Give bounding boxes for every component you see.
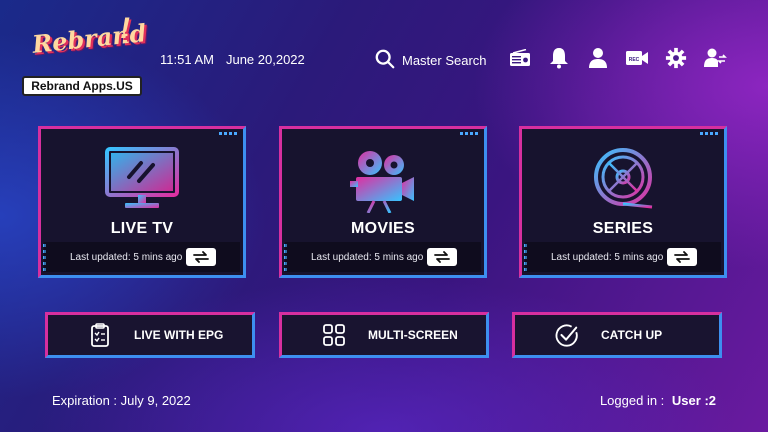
gear-icon[interactable]: [664, 46, 688, 70]
clock: 11:51 AM June 20,2022: [160, 52, 305, 67]
refresh-icon: [674, 251, 690, 263]
card-footer: Last updated: 5 mins ago: [285, 242, 481, 272]
logo-wordmark: Rebrand: [30, 18, 148, 59]
refresh-button[interactable]: [667, 248, 697, 266]
button-label: CATCH UP: [601, 328, 663, 342]
card-movies[interactable]: MOVIES Last updated: 5 mins ago: [279, 126, 487, 278]
check-circle-icon: [555, 323, 579, 347]
card-series[interactable]: SERIES Last updated: 5 mins ago: [519, 126, 727, 278]
refresh-button[interactable]: [427, 248, 457, 266]
refresh-icon: [434, 251, 450, 263]
card-title: MOVIES: [350, 220, 416, 237]
logo-subtitle: Rebrand Apps.US: [22, 76, 142, 96]
refresh-button[interactable]: [186, 248, 216, 266]
card-footer: Last updated: 5 mins ago: [525, 242, 721, 272]
expiration-text: Expiration : July 9, 2022: [52, 393, 191, 408]
refresh-icon: [193, 251, 209, 263]
film-reel-icon: [590, 147, 656, 218]
card-title: SERIES: [592, 220, 654, 237]
master-search-label: Master Search: [402, 53, 487, 68]
record-icon[interactable]: REC: [625, 46, 649, 70]
card-live-tv[interactable]: LIVE TV Last updated: 5 mins ago: [38, 126, 246, 278]
button-label: MULTI-SCREEN: [368, 328, 458, 342]
master-search-button[interactable]: Master Search: [374, 48, 487, 73]
last-updated-text: Last updated: 5 mins ago: [311, 251, 424, 263]
card-footer: Last updated: 5 mins ago: [44, 242, 240, 272]
logged-in-label: Logged in :: [599, 393, 665, 408]
search-icon: [374, 48, 396, 73]
user-icon[interactable]: [586, 46, 610, 70]
movie-camera-icon: [348, 147, 418, 218]
corner-dots: [700, 132, 718, 135]
brand-logo: Rebrand ! Rebrand Apps.US: [22, 10, 148, 96]
multi-screen-button[interactable]: MULTI-SCREEN: [279, 312, 489, 358]
last-updated-text: Last updated: 5 mins ago: [70, 251, 183, 263]
catch-up-button[interactable]: CATCH UP: [512, 312, 722, 358]
current-date: June 20,2022: [225, 52, 305, 67]
button-label: LIVE WITH EPG: [134, 328, 224, 342]
current-time: 11:51 AM: [160, 52, 214, 67]
svg-text:REC: REC: [629, 57, 640, 63]
top-toolbar: REC: [508, 46, 727, 70]
clipboard-checklist-icon: [88, 323, 112, 347]
live-with-epg-button[interactable]: LIVE WITH EPG: [45, 312, 255, 358]
corner-dots: [219, 132, 237, 135]
logged-in-user: User :2: [671, 393, 716, 408]
corner-dots: [460, 132, 478, 135]
tv-icon: [105, 147, 179, 218]
radio-icon[interactable]: [508, 46, 532, 70]
bell-icon[interactable]: [547, 46, 571, 70]
last-updated-text: Last updated: 5 mins ago: [551, 251, 664, 263]
logged-in-status: Logged in : User :2: [600, 393, 716, 408]
switch-user-icon[interactable]: [703, 46, 727, 70]
logo-exclamation: !: [120, 12, 130, 45]
card-title: LIVE TV: [110, 220, 174, 237]
grid-icon: [322, 323, 346, 347]
